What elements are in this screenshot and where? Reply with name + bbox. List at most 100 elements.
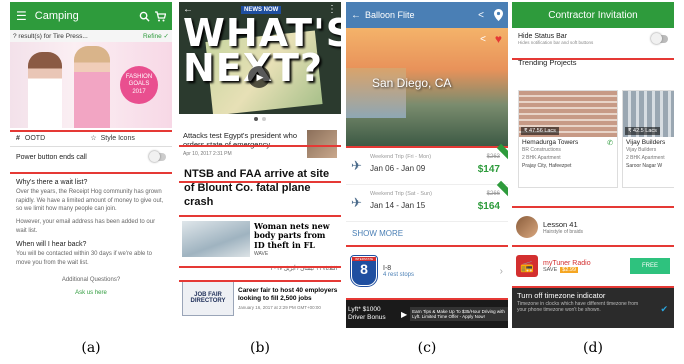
dot-inactive <box>262 117 266 121</box>
power-button-setting[interactable]: Power button ends call <box>10 147 172 167</box>
dot-active <box>254 117 258 121</box>
timezone-title: Turn off timezone indicator <box>517 291 606 300</box>
project-1-price: ₹ 47.56 Lacs <box>521 127 559 135</box>
show-more-button[interactable]: SHOW MORE <box>346 222 508 245</box>
project-2-price: ₹ 42.5 Lacs <box>625 127 660 135</box>
faq-answer-1b: However, your email address has been add… <box>16 219 156 234</box>
back-arrow-icon[interactable]: ← <box>183 4 193 15</box>
caption-b: (b) <box>250 340 270 356</box>
back-arrow-icon[interactable]: ← <box>351 10 361 21</box>
app-title: Balloon Flite <box>365 10 415 20</box>
caption-d: (d) <box>583 340 603 356</box>
hide-status-label: Hide Status Bar <box>518 33 568 40</box>
hide-status-sub: Hides notification bar and soft buttons <box>518 40 594 45</box>
app-bar: ← Balloon Flite < <box>346 2 508 28</box>
results-text: ? result(s) for Tire Press... <box>13 32 88 40</box>
trip-2-name: Weekend Trip (Sat - Sun) <box>370 191 432 197</box>
ad-left-text: Lyft* $1000 Driver Bonus <box>348 306 386 321</box>
project-1-builder: BR Constructions <box>522 147 561 153</box>
story-1-thumbnail <box>307 130 337 158</box>
story-row-1[interactable]: Attacks test Egypt's president who order… <box>179 126 341 162</box>
free-button[interactable]: FREE <box>630 258 670 274</box>
location-pin-icon[interactable] <box>494 9 503 21</box>
interstate-shield-icon: INTERSTATE 8 <box>350 255 378 287</box>
news-now-logo: NEWS NOW <box>241 6 282 14</box>
heart-icon[interactable]: ♥ <box>495 32 502 46</box>
caption-a: (a) <box>81 340 101 356</box>
tab-style-icons[interactable]: Style Icons <box>101 135 166 142</box>
trip-1-name: Weekend Trip (Fri - Mon) <box>370 154 432 160</box>
project-card-1[interactable]: ₹ 47.56 Lacs Hemadurga Towers ✆ BR Const… <box>518 90 618 188</box>
destination-hero-image: San Diego, CA < ♥ <box>346 28 508 146</box>
hide-status-setting[interactable]: Hide Status Bar Hides notification bar a… <box>512 28 674 50</box>
radio-icon: 📻 <box>516 255 538 277</box>
panel-a-camping-app: ☰ Camping ? result(s) for Tire Press... … <box>10 2 172 328</box>
panel-d-contractor-app: Contractor Invitation Hide Status Bar Hi… <box>512 2 674 328</box>
additional-questions: Additional Questions? <box>61 276 121 283</box>
app-bar: Contractor Invitation <box>512 2 674 28</box>
trip-1-price: $147 <box>477 164 500 175</box>
trip-2-old-price: $266 <box>486 191 500 197</box>
project-card-2[interactable]: ₹ 42.5 Lacs Vijay Builders Vijay Builder… <box>622 90 674 188</box>
story-3-source: WAVE <box>254 250 269 257</box>
trip-option-1[interactable]: ✈ Weekend Trip (Fri - Mon) Jan 06 - Jan … <box>346 143 508 185</box>
chevron-right-icon: › <box>499 265 503 277</box>
model-figure-left <box>28 52 62 128</box>
lyft-ad-banner[interactable]: Lyft* $1000 Driver Bonus ▶ Earn Tips & M… <box>346 300 508 328</box>
job-fair-thumbnail: JOB FAIR DIRECTORY <box>182 280 234 317</box>
power-button-toggle[interactable] <box>149 151 166 162</box>
building-image: ₹ 42.5 Lacs <box>623 91 674 137</box>
trending-projects-title: Trending Projects <box>518 58 577 67</box>
app-title: Camping <box>34 10 79 22</box>
project-2-name: Vijay Builders <box>626 139 666 146</box>
hashtag-icon: # <box>16 134 20 142</box>
menu-icon[interactable]: ☰ <box>16 9 27 23</box>
lesson-avatar <box>516 216 538 238</box>
play-button[interactable]: ▶ <box>248 66 270 88</box>
route-name: I-8 <box>383 264 392 272</box>
refine-button[interactable]: Refine ✓ <box>143 32 169 40</box>
faq-answer-2: You will be contacted within 30 days if … <box>16 251 153 267</box>
faq-question-1: Why's there a wait list? <box>16 179 88 186</box>
ask-us-link[interactable]: Ask us here <box>10 287 172 300</box>
more-options-icon[interactable]: ⋮ <box>327 4 337 15</box>
lesson-row[interactable]: Lesson 41 Hairstyle of braids <box>516 212 670 242</box>
project-1-location: Prajay City, Hafeezpet <box>522 163 572 169</box>
app-title: Contractor Invitation <box>548 9 638 21</box>
ad-arrow-icon: ▶ <box>401 309 408 319</box>
route-row[interactable]: INTERSTATE 8 I-8 4 rest stops › <box>346 249 508 293</box>
phone-icon[interactable]: ✆ <box>607 139 613 147</box>
tab-ootd[interactable]: OOTD <box>25 135 90 142</box>
share-icon[interactable]: < <box>480 34 486 45</box>
story-row-3[interactable]: Woman nets new body parts from ID theft … <box>179 217 341 261</box>
video-hero[interactable]: WHAT'S NEXT? ← NEWS NOW ⋮ ▶ <box>179 2 341 114</box>
radio-app-promo[interactable]: 📻 myTuner Radio SAVE $2.99 FREE <box>516 252 670 280</box>
trip-1-old-price: $263 <box>486 154 500 160</box>
search-icon[interactable] <box>139 11 150 22</box>
timezone-setting[interactable]: Turn off timezone indicator Timezone in … <box>512 288 674 328</box>
trip-1-dates: Jan 06 - Jan 09 <box>370 164 426 173</box>
hide-status-toggle[interactable] <box>651 33 668 44</box>
project-1-name: Hemadurga Towers <box>522 139 579 146</box>
trip-2-dates: Jan 14 - Jan 15 <box>370 201 426 210</box>
trip-2-price: $164 <box>477 201 500 212</box>
share-icon[interactable]: < <box>478 10 484 21</box>
story-2-headline[interactable]: NTSB and FAA arrive at site of Blount Co… <box>179 166 341 211</box>
airplane-icon: ✈ <box>351 195 362 210</box>
story-row-4[interactable]: JOB FAIR DIRECTORY Career fair to host 4… <box>179 276 341 320</box>
fashion-banner[interactable]: FASHION GOALS 2017 <box>10 42 172 128</box>
rest-stops: 4 rest stops <box>383 271 415 278</box>
save-price: $2.99 <box>560 266 579 273</box>
checkbox-checked-icon[interactable]: ✔ <box>660 304 668 315</box>
project-2-type: 2 BHK Apartment <box>626 155 665 161</box>
caption-c: (c) <box>417 340 437 356</box>
story-3-headline: Woman nets new body parts from ID theft … <box>254 220 330 251</box>
results-bar: ? result(s) for Tire Press... Refine ✓ <box>10 30 172 42</box>
cart-icon[interactable] <box>154 10 166 22</box>
timezone-sub: Timezone in clocks which have different … <box>517 301 639 314</box>
lesson-sub: Hairstyle of braids <box>543 228 584 235</box>
panel-b-news-app: WHAT'S NEXT? ← NEWS NOW ⋮ ▶ Attacks test… <box>179 2 341 328</box>
faq-question-2: When will I hear back? <box>16 241 87 249</box>
trip-option-2[interactable]: ✈ Weekend Trip (Sat - Sun) Jan 14 - Jan … <box>346 180 508 222</box>
star-icon: ☆ <box>90 135 97 142</box>
